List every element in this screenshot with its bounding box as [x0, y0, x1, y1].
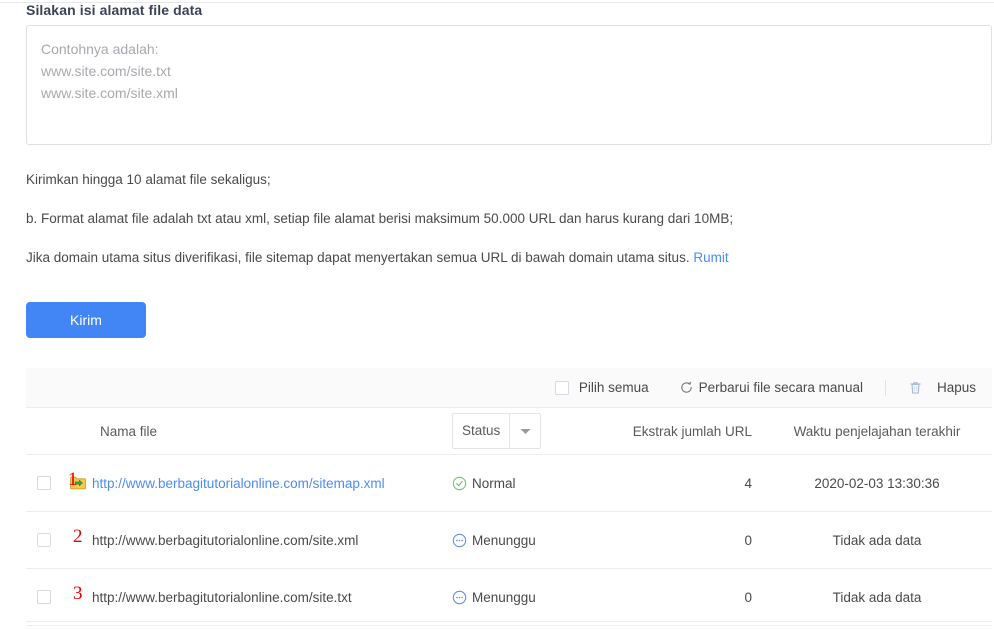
- table-toolbar: Pilih semua Perbarui file secara manual: [26, 368, 992, 408]
- row-checkbox[interactable]: [37, 476, 51, 490]
- row-time-cell: Tidak ada data: [832, 589, 922, 605]
- row-checkbox[interactable]: [37, 533, 51, 547]
- header-status-cell: Status: [452, 413, 602, 449]
- submit-button[interactable]: Kirim: [26, 302, 146, 338]
- row-status-label: Menunggu: [472, 532, 536, 548]
- row-status-label: Menunggu: [472, 589, 536, 605]
- delete-button[interactable]: Hapus: [908, 380, 976, 396]
- row-status-label: Normal: [472, 475, 516, 491]
- select-all-checkbox[interactable]: [554, 380, 569, 395]
- url-input[interactable]: [26, 25, 992, 145]
- check-circle-icon: [452, 476, 467, 491]
- select-all-label[interactable]: Pilih semua: [579, 380, 649, 395]
- row-count-cell: 0: [744, 532, 752, 548]
- table-row[interactable]: http://www.berbagitutorialonline.com/sit…: [26, 455, 992, 512]
- table-row[interactable]: http://www.berbagitutorialonline.com/sit…: [26, 569, 992, 626]
- row-status-cell: Normal: [452, 476, 602, 491]
- header-name-label: Nama file: [100, 423, 158, 439]
- pending-circle-icon: [452, 590, 467, 605]
- note-line-3-text: Jika domain utama situs diverifikasi, fi…: [26, 250, 694, 265]
- file-name: http://www.berbagitutorialonline.com/sit…: [92, 532, 359, 548]
- bottom-divider: [26, 621, 992, 622]
- row-name-cell: http://www.berbagitutorialonline.com/sit…: [62, 590, 452, 605]
- row-name-cell: http://www.berbagitutorialonline.com/sit…: [62, 476, 452, 491]
- page-title: Silakan isi alamat file data: [26, 2, 203, 18]
- row-time-cell: 2020-02-03 13:30:36: [814, 475, 940, 491]
- trash-icon: [908, 380, 923, 396]
- table-header-row: Nama file Status Ekstrak jumlah URL Wakt…: [26, 408, 992, 455]
- row-count-cell: 0: [744, 589, 752, 605]
- row-check-cell: [26, 476, 62, 490]
- row-time-cell: Tidak ada data: [832, 532, 922, 548]
- status-filter-label: Status: [462, 423, 501, 438]
- note-line-2: b. Format alamat file adalah txt atau xm…: [26, 211, 734, 226]
- toolbar-separator: [884, 379, 886, 396]
- annotation-number-2: 2: [73, 526, 83, 547]
- refresh-files-button[interactable]: Perbarui file secara manual: [679, 380, 863, 395]
- header-time-cell: Waktu penjelajahan terakhir: [793, 423, 961, 439]
- row-count-cell: 4: [744, 475, 752, 491]
- status-filter-dropdown[interactable]: Status: [452, 413, 542, 449]
- note-line-3: Jika domain utama situs diverifikasi, fi…: [26, 250, 729, 265]
- row-check-cell: [26, 590, 62, 604]
- annotation-number-1: 1: [68, 469, 78, 490]
- row-check-cell: [26, 533, 62, 547]
- header-count-cell: Ekstrak jumlah URL: [632, 423, 752, 439]
- delete-label: Hapus: [936, 380, 976, 395]
- refresh-icon: [679, 380, 694, 395]
- refresh-files-label: Perbarui file secara manual: [698, 380, 863, 395]
- file-link[interactable]: http://www.berbagitutorialonline.com/sit…: [92, 476, 385, 491]
- annotation-number-3: 3: [73, 583, 83, 604]
- chevron-down-icon[interactable]: [510, 428, 540, 435]
- files-table: Nama file Status Ekstrak jumlah URL Wakt…: [26, 408, 992, 626]
- row-status-cell: Menunggu: [452, 533, 602, 548]
- row-status-cell: Menunggu: [452, 590, 602, 605]
- pending-circle-icon: [452, 533, 467, 548]
- note-line-1: Kirimkan hingga 10 alamat file sekaligus…: [26, 172, 271, 187]
- header-name-cell: Nama file: [62, 424, 452, 439]
- page-root: Silakan isi alamat file data Kirimkan hi…: [0, 0, 994, 629]
- note-link-rumit[interactable]: Rumit: [693, 250, 728, 265]
- table-row[interactable]: http://www.berbagitutorialonline.com/sit…: [26, 512, 992, 569]
- row-checkbox[interactable]: [37, 590, 51, 604]
- file-name: http://www.berbagitutorialonline.com/sit…: [92, 589, 352, 605]
- row-name-cell: http://www.berbagitutorialonline.com/sit…: [62, 533, 452, 548]
